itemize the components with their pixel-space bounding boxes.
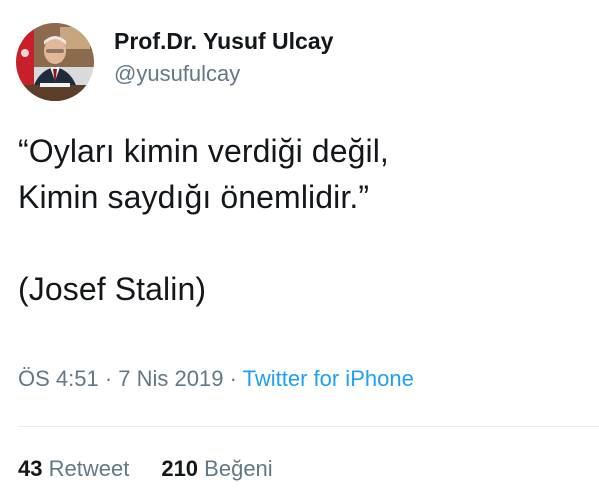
meta-separator: · bbox=[98, 366, 119, 391]
tweet-header: Prof.Dr. Yusuf Ulcay @yusufulcay bbox=[16, 20, 333, 104]
display-name[interactable]: Prof.Dr. Yusuf Ulcay bbox=[114, 26, 333, 56]
tweet-date[interactable]: 7 Nis 2019 bbox=[118, 366, 223, 391]
meta-separator: · bbox=[223, 366, 243, 391]
tweet-text: “Oyları kimin verdiği değil, Kimin saydı… bbox=[18, 133, 389, 307]
avatar[interactable] bbox=[16, 23, 94, 101]
avatar-image bbox=[16, 23, 94, 101]
tweet-meta: ÖS 4:51 · 7 Nis 2019 · Twitter for iPhon… bbox=[18, 364, 414, 394]
tweet-card: Prof.Dr. Yusuf Ulcay @yusufulcay “Oyları… bbox=[0, 0, 599, 495]
retweets-label: Retweet bbox=[48, 456, 130, 481]
tweet-stats: 43 Retweet 210 Beğeni bbox=[18, 454, 273, 484]
tweet-source-link[interactable]: Twitter for iPhone bbox=[243, 366, 414, 391]
user-handle[interactable]: @yusufulcay bbox=[114, 60, 333, 88]
tweet-time[interactable]: ÖS 4:51 bbox=[18, 366, 99, 391]
user-names: Prof.Dr. Yusuf Ulcay @yusufulcay bbox=[114, 28, 333, 88]
likes-stat[interactable]: 210 Beğeni bbox=[161, 456, 272, 481]
retweets-stat[interactable]: 43 Retweet bbox=[18, 456, 129, 481]
retweets-count: 43 bbox=[18, 456, 43, 481]
likes-label: Beğeni bbox=[204, 456, 273, 481]
likes-count: 210 bbox=[161, 456, 199, 481]
divider bbox=[18, 426, 599, 427]
